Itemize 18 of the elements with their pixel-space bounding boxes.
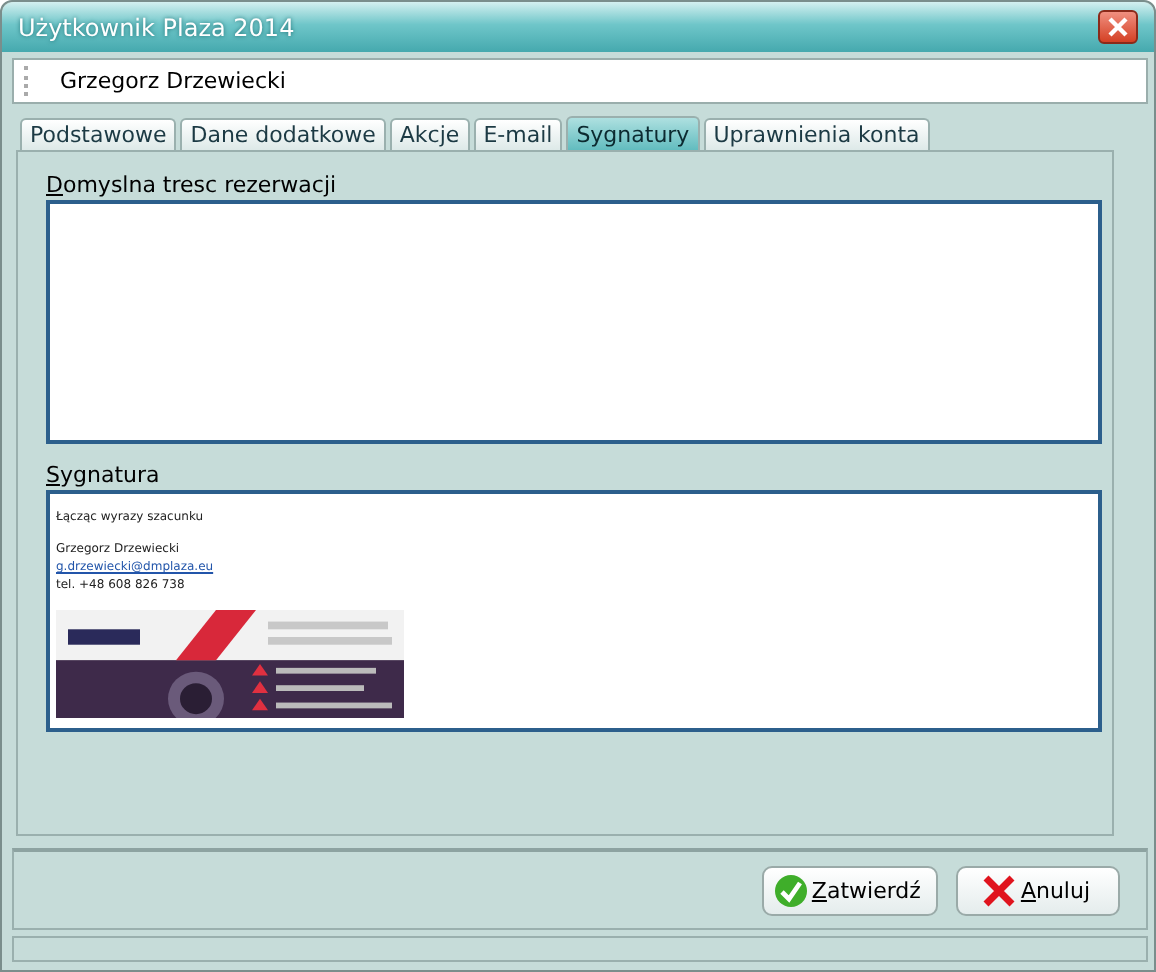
close-icon	[1106, 16, 1130, 38]
field-label: Domyslna tresc rezerwacji	[46, 172, 339, 198]
tab[interactable]: E-mail	[473, 118, 563, 150]
tab[interactable]: Akcje	[389, 118, 470, 150]
tab[interactable]: Dane dodatkowe	[180, 118, 386, 150]
tab[interactable]: Sygnatury	[566, 116, 700, 150]
text-area[interactable]	[46, 200, 1102, 444]
window-title: Użytkownik Plaza 2014	[18, 13, 295, 41]
confirm-button[interactable]: Zatwierdź	[761, 865, 939, 915]
close-button[interactable]	[1098, 10, 1138, 44]
user-name: Grzegorz Drzewiecki	[60, 68, 286, 94]
tab[interactable]: Podstawowe	[20, 118, 177, 150]
tab[interactable]: Uprawnienia konta	[703, 118, 930, 150]
cancel-button[interactable]: Anuluj	[956, 865, 1120, 915]
field-label: Sygnatura	[46, 462, 162, 488]
grip-icon	[24, 66, 32, 96]
cross-icon	[982, 873, 1017, 907]
checkmark-icon	[773, 873, 808, 907]
